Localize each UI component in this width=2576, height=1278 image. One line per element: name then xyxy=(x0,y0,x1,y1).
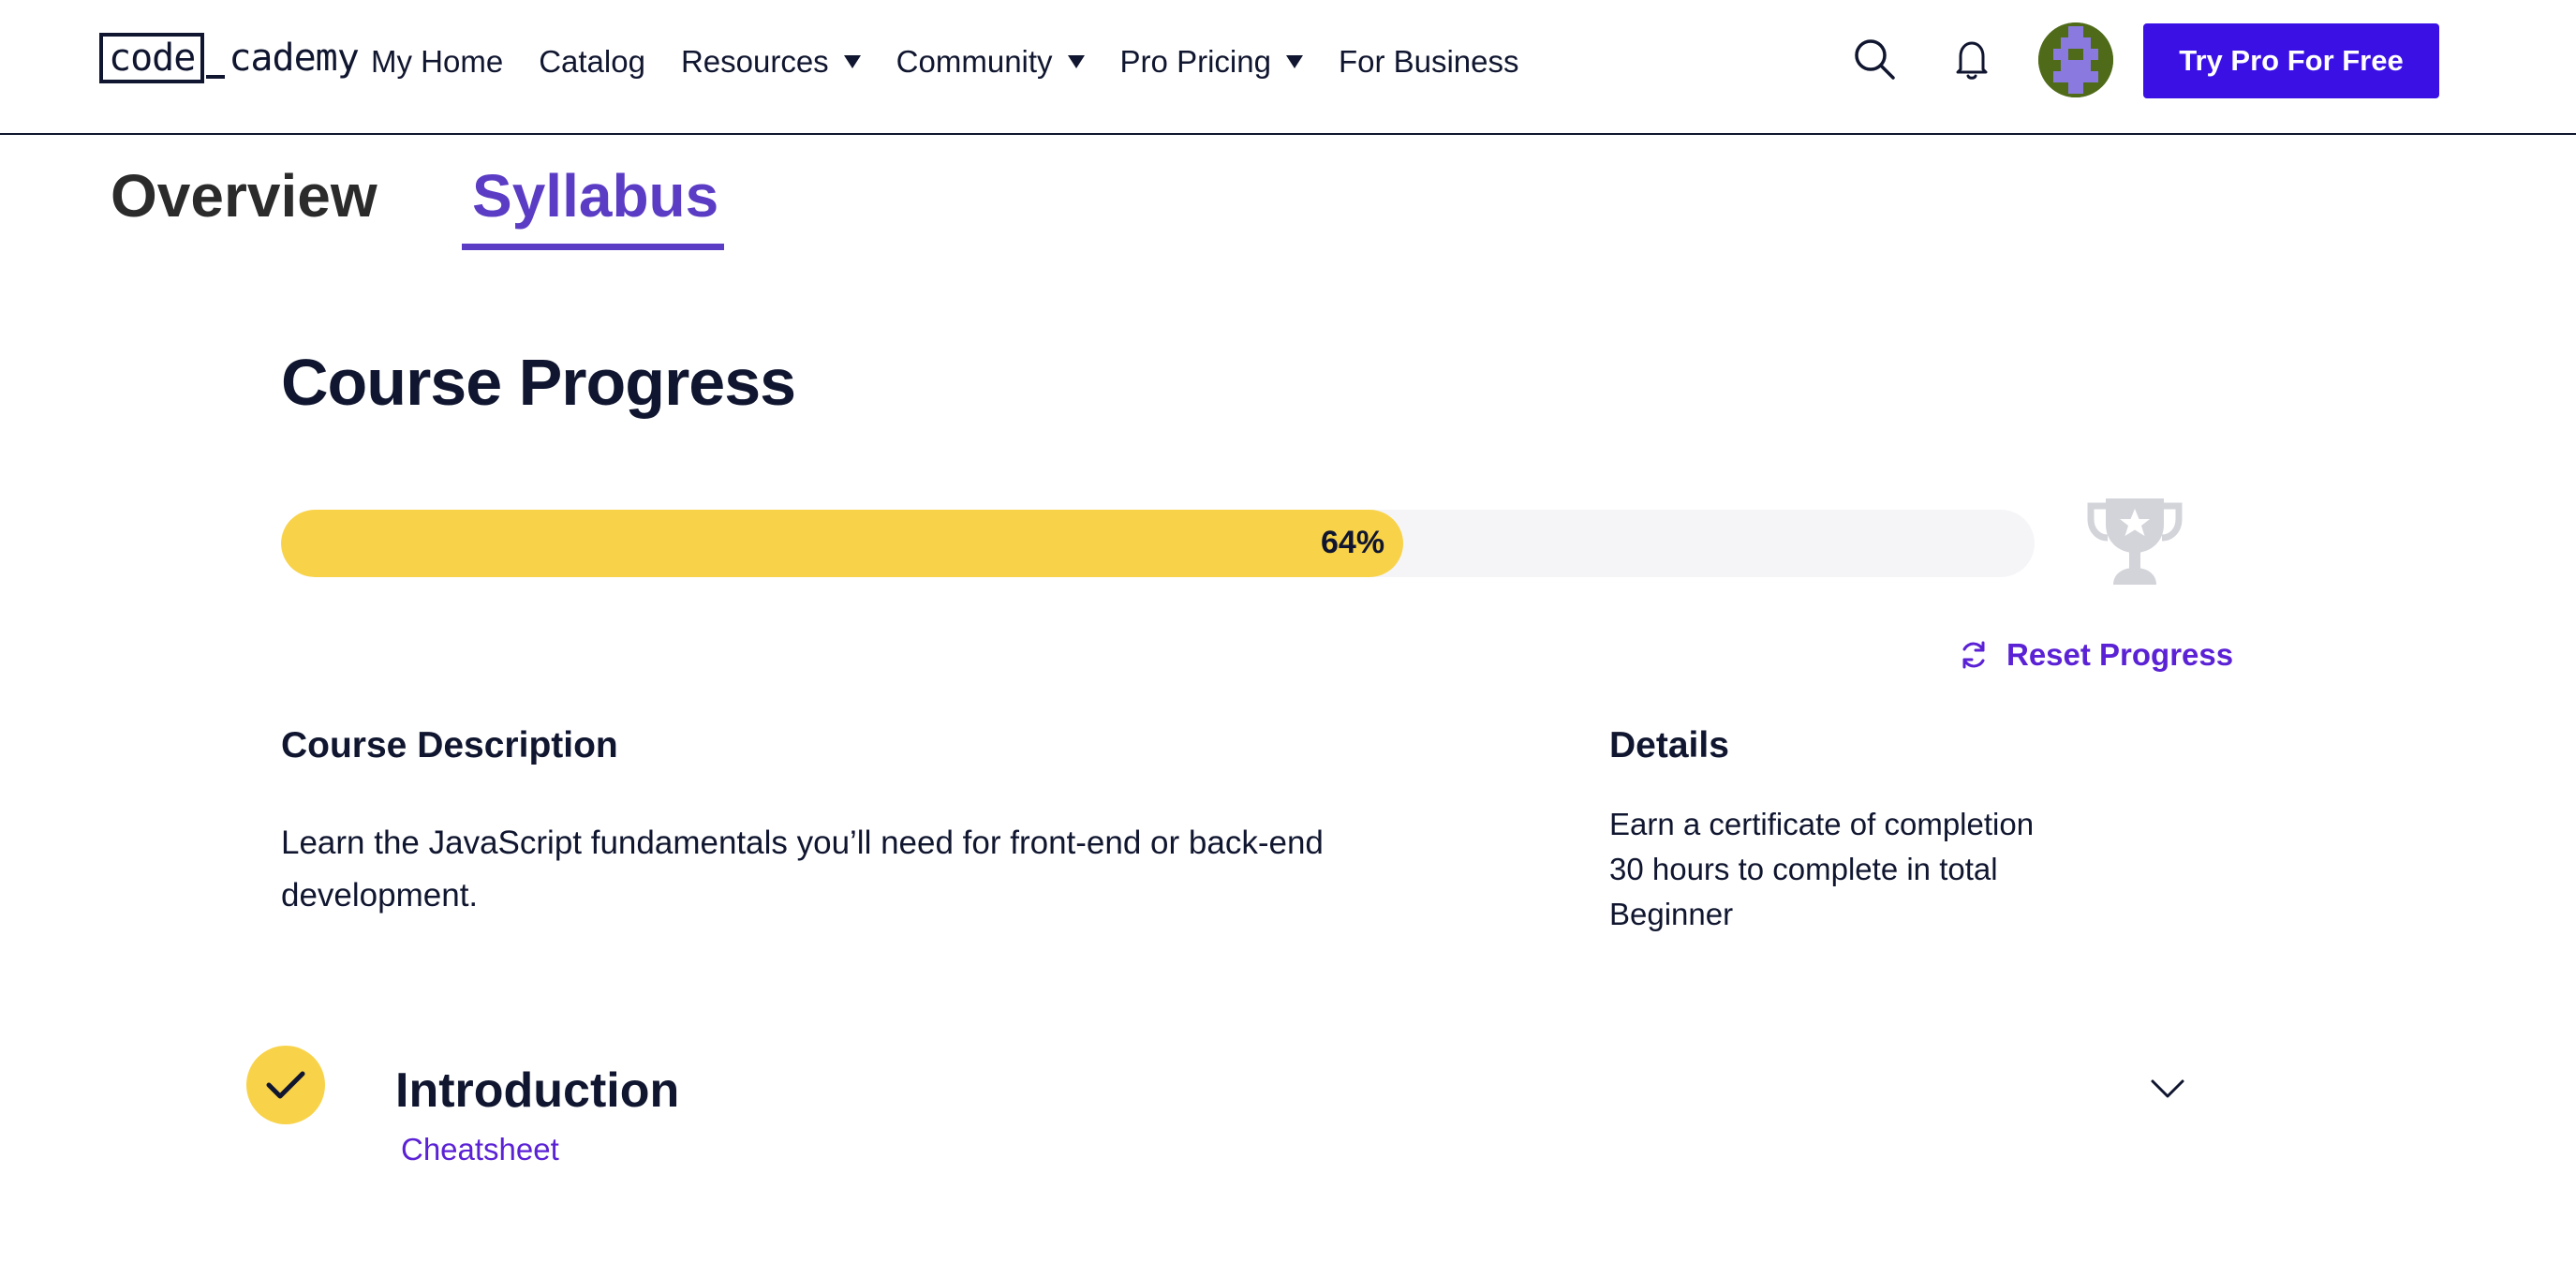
logo-cursor xyxy=(206,75,226,79)
nav-label: My Home xyxy=(371,44,504,79)
reset-progress-label: Reset Progress xyxy=(2006,637,2234,672)
cheatsheet-link[interactable]: Cheatsheet xyxy=(401,1132,559,1167)
logo-text: cademy xyxy=(229,37,359,80)
nav-label: For Business xyxy=(1338,44,1519,79)
nav-community[interactable]: Community xyxy=(896,44,1085,80)
logo-code-box: code xyxy=(99,33,205,83)
avatar-pattern-icon xyxy=(2038,22,2113,97)
try-pro-button[interactable]: Try Pro For Free xyxy=(2143,23,2439,98)
active-tab-indicator xyxy=(462,244,724,250)
search-icon[interactable] xyxy=(1851,36,1898,82)
chevron-down-icon[interactable] xyxy=(2149,1076,2186,1102)
details-heading: Details xyxy=(1609,725,1729,765)
codecademy-logo[interactable]: code cademy xyxy=(99,32,360,84)
course-description-text: Learn the JavaScript fundamentals you’ll… xyxy=(281,825,1324,914)
course-progress-title: Course Progress xyxy=(281,346,796,419)
nav-pro-pricing[interactable]: Pro Pricing xyxy=(1120,44,1303,80)
caret-down-icon xyxy=(1067,55,1085,68)
nav-label: Pro Pricing xyxy=(1119,44,1271,79)
tab-overview[interactable]: Overview xyxy=(111,161,378,230)
details-list: Earn a certificate of completion 30 hour… xyxy=(1609,802,2034,937)
detail-certificate: Earn a certificate of completion xyxy=(1609,807,2035,841)
module-complete-badge xyxy=(246,1046,325,1124)
checkmark-icon xyxy=(266,1071,305,1099)
nav-for-business[interactable]: For Business xyxy=(1339,44,1519,80)
refresh-icon xyxy=(1962,641,1985,669)
nav-label: Community xyxy=(896,44,1053,79)
progress-bar: 64% xyxy=(281,510,2035,577)
detail-duration: 30 hours to complete in total xyxy=(1609,852,1998,886)
avatar[interactable] xyxy=(2038,22,2113,97)
page: code cademy My Home Catalog Resources Com… xyxy=(0,0,2576,1278)
top-nav-bar: code cademy My Home Catalog Resources Com… xyxy=(0,0,2576,135)
nav-label: Resources xyxy=(680,44,829,79)
nav-resources[interactable]: Resources xyxy=(681,44,861,80)
nav-label: Catalog xyxy=(539,44,645,79)
trophy-icon xyxy=(2087,498,2183,585)
progress-percent: 64% xyxy=(1321,525,1385,560)
module-title[interactable]: Introduction xyxy=(395,1063,679,1119)
reset-progress-button[interactable]: Reset Progress xyxy=(1958,637,2233,673)
caret-down-icon xyxy=(843,55,861,68)
tab-syllabus[interactable]: Syllabus xyxy=(472,161,718,230)
nav-catalog[interactable]: Catalog xyxy=(539,44,645,80)
progress-bar-fill xyxy=(281,510,1403,577)
bell-icon[interactable] xyxy=(1948,36,1995,82)
caret-down-icon xyxy=(1285,55,1303,68)
course-description-heading: Course Description xyxy=(281,725,618,765)
main-nav: My Home Catalog Resources Community Pro … xyxy=(371,37,1555,86)
detail-level: Beginner xyxy=(1609,897,1734,931)
nav-my-home[interactable]: My Home xyxy=(371,44,503,80)
